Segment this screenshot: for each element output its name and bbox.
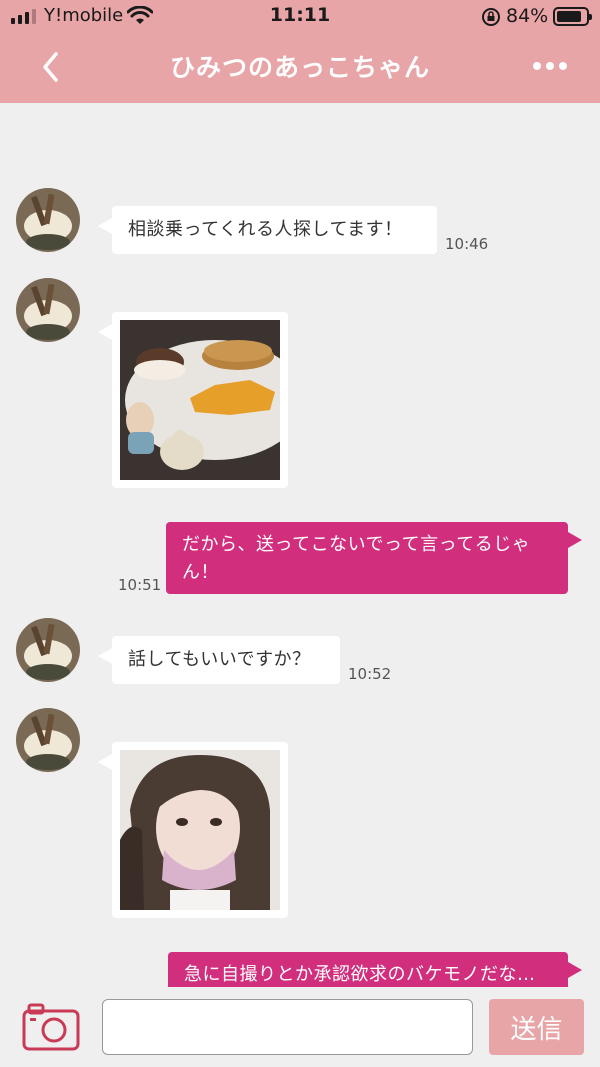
message-time: 10:46 bbox=[445, 235, 489, 253]
avatar-image bbox=[16, 618, 80, 682]
message-time: 10:51 bbox=[118, 576, 162, 594]
message-text: 相談乗ってくれる人探してます！ bbox=[128, 219, 403, 240]
image-bubble-incoming[interactable] bbox=[98, 742, 288, 918]
message-text: だから、送ってこないでって言ってるじゃん！ bbox=[182, 534, 531, 583]
avatar-image bbox=[16, 188, 80, 252]
pancake-photo[interactable] bbox=[120, 320, 280, 480]
selfie-photo[interactable] bbox=[120, 750, 280, 910]
image-bubble-incoming[interactable] bbox=[98, 312, 288, 488]
orientation-lock-icon bbox=[482, 8, 500, 26]
chevron-left-icon bbox=[43, 52, 58, 82]
message-bubble-incoming: 話してもいいですか？ bbox=[98, 636, 340, 684]
status-bar: Y!mobile 11:11 84% bbox=[0, 0, 600, 34]
avatar[interactable] bbox=[16, 278, 80, 342]
battery-icon bbox=[553, 7, 592, 26]
ellipsis-icon bbox=[533, 62, 567, 70]
more-options-button[interactable] bbox=[530, 56, 570, 76]
battery-percent: 84% bbox=[506, 5, 549, 27]
page-title: ひみつのあっこちゃん bbox=[169, 53, 430, 82]
message-input[interactable] bbox=[102, 999, 473, 1055]
header-bar: Y!mobile 11:11 84% ひみつのあっこちゃん bbox=[0, 0, 600, 103]
avatar-image bbox=[16, 708, 80, 772]
avatar[interactable] bbox=[16, 618, 80, 682]
send-button[interactable]: 送信 bbox=[489, 999, 584, 1055]
message-bubble-outgoing: だから、送ってこないでって言ってるじゃん！ bbox=[166, 522, 582, 594]
avatar-image bbox=[16, 278, 80, 342]
message-time: 10:52 bbox=[348, 665, 392, 683]
composer-bar: 送信 bbox=[0, 987, 600, 1067]
back-button[interactable] bbox=[36, 50, 66, 84]
avatar[interactable] bbox=[16, 708, 80, 772]
message-text: 話してもいいですか？ bbox=[128, 649, 311, 670]
camera-icon bbox=[22, 1003, 80, 1051]
avatar[interactable] bbox=[16, 188, 80, 252]
camera-button[interactable] bbox=[22, 1003, 80, 1051]
message-bubble-incoming: 相談乗ってくれる人探してます！ bbox=[98, 206, 437, 254]
message-text: 急に自撮りとか承認欲求のバケモノだな… bbox=[184, 964, 536, 985]
